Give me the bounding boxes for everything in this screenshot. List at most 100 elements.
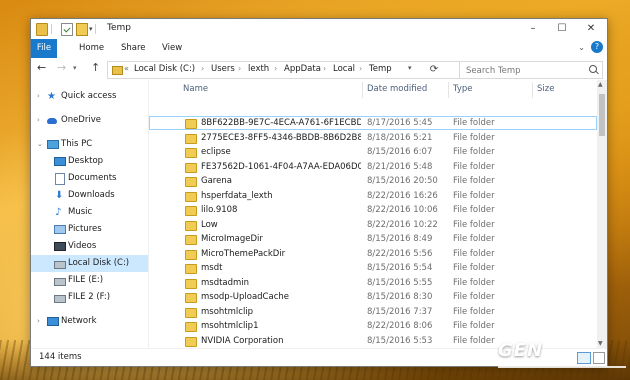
file-type: File folder bbox=[453, 335, 495, 346]
sidebar-item-quick-access[interactable]: › ★ Quick access bbox=[31, 88, 148, 105]
refresh-icon[interactable]: ⟳ bbox=[426, 62, 442, 78]
search-input[interactable] bbox=[464, 63, 578, 78]
list-item[interactable]: msodp-UploadCache 8/15/2016 8:30 File fo… bbox=[149, 290, 597, 304]
list-item[interactable]: 8BF622BB-9E7C-4ECA-A761-6F1ECBD60B... 8/… bbox=[149, 116, 597, 130]
details-view-icon[interactable] bbox=[577, 352, 591, 364]
list-item[interactable]: 2775ECE3-8FF5-4346-BBDB-8B6D2B80E5A7 8/1… bbox=[149, 131, 597, 145]
column-header-date[interactable]: Date modified bbox=[367, 84, 427, 94]
sidebar-item-file-e[interactable]: FILE (E:) bbox=[31, 272, 148, 289]
chevron-right-icon[interactable]: › bbox=[201, 64, 204, 73]
sidebar-item-videos[interactable]: Videos bbox=[31, 238, 148, 255]
list-item[interactable]: msohtmlclip 8/15/2016 7:37 File folder bbox=[149, 305, 597, 319]
breadcrumb-temp[interactable]: Temp bbox=[369, 64, 392, 74]
file-type: File folder bbox=[453, 292, 495, 302]
scroll-thumb[interactable] bbox=[599, 94, 605, 136]
list-item[interactable]: MicroImageDir 8/15/2016 8:49 File folder bbox=[149, 232, 597, 246]
column-header-name[interactable]: Name bbox=[183, 84, 208, 94]
sidebar-item-this-pc[interactable]: ⌄ This PC bbox=[31, 136, 148, 153]
folder-icon bbox=[185, 278, 197, 289]
breadcrumb-lexth[interactable]: lexth bbox=[248, 64, 269, 74]
breadcrumb-appdata[interactable]: AppData bbox=[284, 64, 321, 74]
list-item[interactable]: Garena 8/15/2016 20:50 File folder bbox=[149, 174, 597, 188]
divider bbox=[51, 24, 52, 34]
sidebar-item-pictures[interactable]: Pictures bbox=[31, 221, 148, 238]
list-item[interactable]: lilo.9108 8/22/2016 10:06 File folder bbox=[149, 203, 597, 217]
chevron-right-icon[interactable]: › bbox=[323, 64, 326, 73]
sidebar-item-downloads[interactable]: ⬇ Downloads bbox=[31, 187, 148, 204]
folder-icon bbox=[185, 322, 197, 332]
folder-icon bbox=[185, 133, 197, 144]
folder-icon bbox=[185, 177, 197, 187]
breadcrumb-local-disk[interactable]: Local Disk (C:) bbox=[134, 64, 195, 74]
file-date: 8/15/2016 5:55 bbox=[367, 277, 433, 288]
chevron-left-icon[interactable]: « bbox=[124, 64, 129, 73]
file-type: File folder bbox=[453, 118, 495, 128]
recent-locations-button[interactable]: ▾ bbox=[73, 64, 77, 72]
properties-icon[interactable] bbox=[61, 23, 73, 36]
list-item[interactable]: Low 8/22/2016 10:22 File folder bbox=[149, 218, 597, 232]
list-item[interactable]: msdt 8/15/2016 5:54 File folder bbox=[149, 261, 597, 275]
chevron-right-icon[interactable]: › bbox=[238, 64, 241, 73]
column-divider[interactable] bbox=[532, 82, 533, 98]
window-title: Temp bbox=[107, 23, 131, 33]
chevron-right-icon[interactable]: › bbox=[359, 64, 362, 73]
new-folder-icon[interactable] bbox=[76, 23, 88, 36]
sidebar-item-music[interactable]: ♪ Music bbox=[31, 204, 148, 221]
file-date: 8/15/2016 8:49 bbox=[367, 234, 433, 244]
scroll-up-icon[interactable]: ▲ bbox=[598, 81, 603, 88]
expand-ribbon-icon[interactable]: ⌄ bbox=[578, 43, 585, 52]
column-header-type[interactable]: Type bbox=[453, 84, 473, 94]
vertical-scrollbar[interactable]: ▲ ▼ bbox=[597, 80, 607, 348]
column-divider[interactable] bbox=[448, 82, 449, 98]
list-item[interactable]: msohtmlclip1 8/22/2016 8:06 File folder bbox=[149, 319, 597, 333]
list-item[interactable]: FE37562D-1061-4F04-A7AA-EDA06D01FE1 8/21… bbox=[149, 160, 597, 174]
breadcrumb-local[interactable]: Local bbox=[333, 64, 355, 74]
list-item[interactable]: eclipse 8/15/2016 6:07 File folder bbox=[149, 145, 597, 159]
search-icon[interactable] bbox=[589, 65, 597, 73]
search-box[interactable] bbox=[459, 61, 603, 79]
sidebar-item-file-2-f[interactable]: FILE 2 (F:) bbox=[31, 289, 148, 306]
sidebar-item-documents[interactable]: Documents bbox=[31, 170, 148, 187]
file-name: MicroImageDir bbox=[201, 234, 263, 244]
tab-view[interactable]: View bbox=[154, 39, 190, 58]
file-type: File folder bbox=[453, 147, 495, 157]
list-item[interactable]: MicroThemePackDir 8/22/2016 5:56 File fo… bbox=[149, 247, 597, 261]
expand-icon[interactable]: ⌄ bbox=[37, 136, 43, 153]
tab-home[interactable]: Home bbox=[71, 39, 112, 58]
large-icons-view-icon[interactable] bbox=[593, 352, 605, 364]
minimize-button[interactable]: – bbox=[519, 19, 547, 39]
sidebar-item-label: FILE 2 (F:) bbox=[68, 292, 111, 302]
expand-icon[interactable]: › bbox=[37, 112, 40, 129]
address-dropdown-icon[interactable]: ▾ bbox=[408, 64, 412, 72]
folder-icon bbox=[185, 191, 197, 202]
tab-share[interactable]: Share bbox=[113, 39, 154, 58]
up-button[interactable]: ↑ bbox=[91, 61, 100, 74]
folder-icon bbox=[185, 206, 197, 216]
forward-button[interactable]: → bbox=[57, 61, 66, 74]
help-icon[interactable]: ? bbox=[591, 41, 603, 53]
sidebar-item-network[interactable]: › Network bbox=[31, 313, 148, 330]
sidebar-item-local-disk[interactable]: Local Disk (C:) bbox=[31, 255, 148, 272]
list-item[interactable]: msdtadmin 8/15/2016 5:55 File folder bbox=[149, 276, 597, 290]
sidebar-item-onedrive[interactable]: › OneDrive bbox=[31, 112, 148, 129]
tab-file[interactable]: File bbox=[31, 39, 57, 58]
chevron-right-icon[interactable]: › bbox=[274, 64, 277, 73]
expand-icon[interactable]: › bbox=[37, 88, 40, 105]
file-name: msodp-UploadCache bbox=[201, 292, 289, 302]
chevron-down-icon[interactable]: ▾ bbox=[89, 25, 93, 33]
column-divider[interactable] bbox=[362, 82, 363, 98]
sidebar-item-desktop[interactable]: Desktop bbox=[31, 153, 148, 170]
list-item[interactable]: hsperfdata_lexth 8/22/2016 16:26 File fo… bbox=[149, 189, 597, 203]
column-header-size[interactable]: Size bbox=[537, 84, 554, 94]
sidebar-item-label: Pictures bbox=[68, 224, 102, 234]
maximize-button[interactable]: ☐ bbox=[548, 19, 576, 39]
expand-icon[interactable]: › bbox=[37, 313, 40, 330]
watermark-logo: GEN bbox=[498, 340, 544, 361]
file-date: 8/22/2016 10:06 bbox=[367, 205, 438, 215]
scroll-down-icon[interactable]: ▼ bbox=[598, 340, 603, 347]
breadcrumb-users[interactable]: Users bbox=[211, 64, 235, 74]
close-button[interactable]: ✕ bbox=[577, 19, 605, 39]
back-button[interactable]: ← bbox=[37, 61, 46, 74]
folder-icon bbox=[112, 66, 123, 75]
file-name: 2775ECE3-8FF5-4346-BBDB-8B6D2B80E5A7 bbox=[201, 132, 361, 143]
